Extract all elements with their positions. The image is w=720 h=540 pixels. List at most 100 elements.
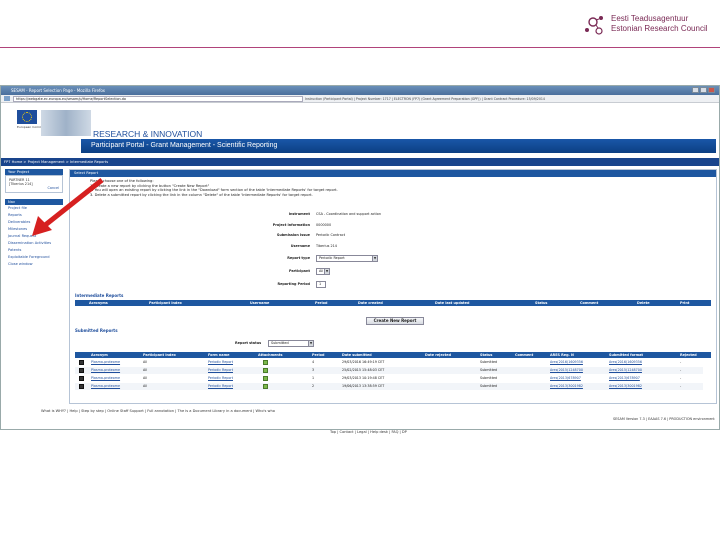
column-header: Acronym [91,353,108,357]
sidebar-item-project-file[interactable]: Project file [5,205,67,212]
row-ares[interactable]: Ares(2016)1609356 [550,360,583,364]
attachment-icon[interactable] [263,360,268,365]
logo-text-english: Estonian Research Council [611,24,708,33]
portal-title-bar: Participant Portal - Grant Management - … [81,139,716,153]
intermediate-table-header: Acronyms Participant Index Username Peri… [75,300,711,306]
form-row-report-type: Report type Periodic Report ▼ [190,255,450,263]
column-header: Participant Index [143,353,176,357]
attachment-icon[interactable] [263,368,268,373]
breadcrumb[interactable]: FP7 Home > Project Management > Intermed… [1,158,719,166]
row-acronym[interactable]: Plasma-proteome [91,360,120,364]
submitted-table-body: Plasma-proteome All Periodic Report 4 29/03/… [75,359,711,399]
sidebar-item-foreground[interactable]: Exploitable Foreground [5,254,67,261]
row-acronym[interactable]: Plasma-proteome [91,376,120,380]
document-icon[interactable] [79,384,84,389]
sidebar-item-reports[interactable]: Reports [5,212,67,219]
row-period: 4 [312,360,315,364]
row-ares[interactable]: Ares(2015)1248700 [550,368,583,372]
row-submitted-format[interactable]: Ares(2013)3001982 [609,384,642,388]
attachment-icon[interactable] [263,384,268,389]
intermediate-reports-title: Intermediate Reports [75,293,124,298]
minimize-icon[interactable] [692,87,699,93]
footer-text: What is WHY? | Help | Step by step | Onl… [41,409,275,413]
submitted-table-header: Acronym Participant Index Form name Atta… [75,352,711,358]
reporting-period-select[interactable]: 1 [316,281,326,288]
maximize-icon[interactable] [700,87,707,93]
instruction-line: 3. Delete a submitted report by clicking… [90,192,313,197]
form-label: Reporting Period [277,282,310,286]
row-date-submitted: 29/03/2016 16:49:19 CET [342,360,385,364]
column-header: Attachments [258,353,283,357]
row-submitted-format[interactable]: Ares(2015)1248700 [609,368,642,372]
eu-flag-icon [17,110,37,124]
row-status: Submitted [480,368,498,372]
form-label: Username [290,244,310,248]
table-row: Plasma-proteome All Periodic Report 2 19/06/… [75,383,703,390]
sidebar-item-dissemination[interactable]: Dissemination Activities [5,240,67,247]
form-row-project: Project Information 0000000 [190,223,450,230]
row-ares[interactable]: Ares(2013)3001982 [550,384,583,388]
row-acronym[interactable]: Plasma-proteome [91,368,120,372]
sidebar-item-journal-request[interactable]: Journal Request [5,233,67,240]
row-form-name[interactable]: Periodic Report [208,360,233,364]
row-form-name[interactable]: Periodic Report [208,384,233,388]
row-form-name[interactable]: Periodic Report [208,376,233,380]
row-rejected: - [680,384,682,388]
row-participant: All [143,384,148,388]
row-submitted-format[interactable]: Ares(2013)678907 [609,376,640,380]
row-date-submitted: 19/06/2013 13:38:59 CET [342,384,385,388]
report-type-select[interactable]: Periodic Report ▼ [316,255,378,262]
address-bar: https://webgate.ec.europa.eu/sesam/p/Hom… [1,95,719,103]
report-status-select[interactable]: Submitted ▼ [268,340,314,347]
header-divider [0,47,720,48]
form-label: Instrument [288,212,310,216]
sidebar-item-deliverables[interactable]: Deliverables [5,219,67,226]
column-header: Participant Index [149,301,182,305]
document-icon[interactable] [79,376,84,381]
column-header: Period [315,301,328,305]
sidebar-item-milestones[interactable]: Milestones [5,226,67,233]
participant-select[interactable]: All ▼ [316,268,330,275]
create-new-report-button[interactable]: Create New Report [366,317,424,325]
chevron-down-icon[interactable]: ▼ [324,269,329,274]
row-rejected: - [680,368,682,372]
url-field[interactable]: https://webgate.ec.europa.eu/sesam/p/Hom… [13,96,303,102]
table-row: Plasma-proteome All Periodic Report 3 25/02/… [75,367,703,374]
column-header: Period [312,353,325,357]
row-ares[interactable]: Ares(2013)678907 [550,376,581,380]
chevron-down-icon[interactable]: ▼ [308,341,313,346]
column-header: Date submitted [342,353,372,357]
sidebar-item-patents[interactable]: Patents [5,247,67,254]
project-cancel-link[interactable]: Cancel [9,186,60,190]
research-innovation-title: RESEARCH & INNOVATION [93,129,203,139]
panel-title: Select Report [70,170,716,177]
row-date-submitted: 29/03/2013 10:19:48 CET [342,376,385,380]
column-header: Username [250,301,270,305]
row-submitted-format[interactable]: Ares(2016)1609356 [609,360,642,364]
project-panel: PARTNER 11 [Tiberius 214] Cancel [5,175,63,193]
column-header: Date rejected [425,353,451,357]
row-form-name[interactable]: Periodic Report [208,368,233,372]
document-icon[interactable] [79,360,84,365]
chevron-down-icon[interactable]: ▼ [372,256,377,261]
session-info: Instruction (Participant Portal) | Proje… [305,97,545,101]
row-acronym[interactable]: Plasma-proteome [91,384,120,388]
form-row-username: Username Tiberius 214 [190,244,450,251]
form-value: Tiberius 214 [316,244,337,248]
select-report-panel: Select Report Please choose one of the f… [69,169,717,404]
footer-links[interactable]: Top | Contact | Legal | Help desk | FAQ … [330,430,407,434]
report-status-label: Report status [235,341,262,345]
sidebar-item-close-window[interactable]: Close window [5,261,67,268]
column-header: Form name [208,353,230,357]
favicon-icon [4,96,10,101]
nav-list: Project file Reports Deliverables Milest… [5,205,67,268]
logo-mark-icon [585,16,603,35]
row-period: 2 [312,384,315,388]
browser-window: SESAM - Report Selection Page - Mozilla … [0,85,720,430]
form-label: Report type [287,256,310,260]
footer-version: SESAM Version 7.3 | EAAAS 7.6 | PRODUCTI… [613,417,715,421]
instructions: Please choose one of the following: 1. C… [90,179,470,197]
close-icon[interactable] [708,87,715,93]
document-icon[interactable] [79,368,84,373]
attachment-icon[interactable] [263,376,268,381]
